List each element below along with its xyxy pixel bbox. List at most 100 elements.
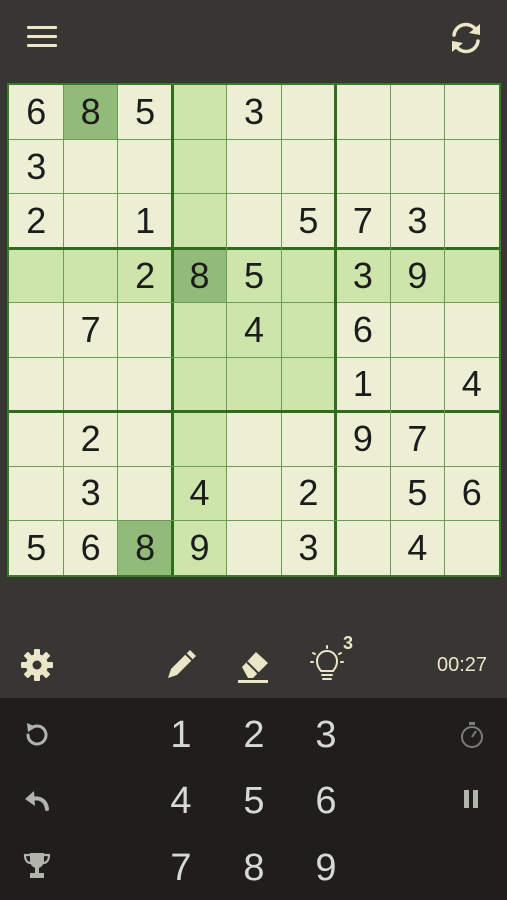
sudoku-cell[interactable] — [281, 139, 335, 193]
sudoku-cell[interactable] — [172, 302, 227, 358]
sudoku-cell[interactable]: 2 — [117, 248, 173, 303]
digit-key[interactable]: 4 — [151, 771, 211, 831]
sudoku-cell[interactable] — [172, 85, 227, 140]
sudoku-cell[interactable] — [63, 194, 117, 248]
sudoku-cell[interactable] — [390, 139, 444, 193]
sudoku-cell[interactable] — [118, 412, 172, 466]
sudoku-cell[interactable]: 6 — [445, 466, 499, 520]
sudoku-cell[interactable]: 6 — [9, 85, 63, 139]
digit-key[interactable]: 2 — [224, 705, 284, 765]
sudoku-cell[interactable]: 3 — [9, 139, 63, 193]
digit-key[interactable]: 1 — [151, 705, 211, 765]
sudoku-cell[interactable]: 4 — [390, 521, 444, 575]
sudoku-cell[interactable] — [227, 521, 281, 575]
refresh-icon[interactable] — [446, 20, 486, 56]
sudoku-cell[interactable] — [445, 303, 499, 357]
sudoku-cell[interactable] — [9, 248, 64, 303]
sudoku-cell[interactable] — [336, 139, 390, 193]
sudoku-cell[interactable] — [444, 248, 499, 303]
sudoku-cell[interactable] — [63, 357, 117, 411]
sudoku-cell[interactable] — [227, 139, 281, 193]
sudoku-cell[interactable]: 3 — [227, 85, 281, 139]
sudoku-cell[interactable] — [445, 85, 499, 139]
sudoku-cell[interactable]: 6 — [63, 521, 117, 575]
sudoku-cell[interactable]: 9 — [336, 412, 390, 466]
sudoku-cell[interactable] — [336, 85, 390, 139]
restart-icon[interactable] — [22, 720, 52, 755]
menu-icon[interactable] — [27, 24, 59, 50]
sudoku-cell[interactable]: 4 — [445, 357, 499, 411]
digit-key[interactable]: 9 — [296, 838, 356, 898]
digit-key[interactable]: 3 — [296, 705, 356, 765]
undo-icon[interactable] — [22, 786, 52, 821]
sudoku-cell[interactable] — [172, 139, 227, 194]
sudoku-cell[interactable] — [445, 412, 499, 466]
sudoku-cell[interactable] — [281, 248, 336, 303]
eraser-icon[interactable] — [236, 646, 272, 689]
sudoku-cell[interactable] — [390, 357, 444, 411]
sudoku-cell[interactable] — [172, 357, 227, 412]
sudoku-cell[interactable] — [9, 466, 63, 520]
trophy-icon[interactable] — [22, 850, 52, 887]
sudoku-cell[interactable] — [445, 194, 499, 248]
sudoku-cell[interactable] — [9, 303, 63, 357]
sudoku-cell[interactable] — [281, 412, 335, 466]
sudoku-cell[interactable]: 2 — [9, 194, 63, 248]
sudoku-cell[interactable] — [390, 85, 444, 139]
pause-icon[interactable] — [460, 788, 482, 815]
sudoku-cell[interactable] — [226, 357, 282, 412]
sudoku-cell[interactable] — [281, 85, 335, 139]
sudoku-cell[interactable] — [227, 466, 281, 520]
sudoku-cell[interactable]: 3 — [281, 521, 335, 575]
sudoku-cell[interactable]: 5 — [390, 466, 444, 520]
pencil-icon[interactable] — [164, 646, 200, 687]
sudoku-cell[interactable]: 8 — [117, 520, 173, 575]
sudoku-cell[interactable]: 5 — [281, 194, 335, 248]
stopwatch-icon[interactable] — [458, 720, 486, 755]
sudoku-cell[interactable] — [63, 248, 118, 303]
sudoku-cell[interactable]: 5 — [226, 248, 282, 303]
sudoku-cell[interactable] — [281, 357, 336, 412]
sudoku-cell[interactable] — [445, 521, 499, 575]
sudoku-cell[interactable] — [118, 466, 172, 520]
sudoku-cell[interactable] — [63, 139, 117, 193]
digit-key[interactable]: 5 — [224, 771, 284, 831]
sudoku-cell[interactable] — [390, 303, 444, 357]
sudoku-cell[interactable] — [281, 302, 336, 358]
sudoku-cell[interactable]: 7 — [390, 412, 444, 466]
sudoku-cell[interactable]: 3 — [63, 466, 117, 520]
sudoku-cell[interactable] — [445, 139, 499, 193]
sudoku-cell[interactable] — [172, 193, 227, 249]
digit-key[interactable]: 7 — [151, 838, 211, 898]
sudoku-cell[interactable]: 9 — [390, 248, 445, 303]
sudoku-cell[interactable] — [9, 412, 63, 466]
sudoku-cell[interactable]: 7 — [336, 194, 390, 248]
sudoku-cell[interactable]: 6 — [336, 303, 390, 357]
sudoku-cell[interactable]: 8 — [172, 248, 227, 303]
sudoku-cell[interactable]: 1 — [336, 357, 390, 411]
sudoku-cell[interactable]: 9 — [172, 520, 227, 575]
sudoku-cell[interactable]: 2 — [63, 412, 117, 466]
sudoku-cell[interactable]: 5 — [9, 521, 63, 575]
digit-key[interactable]: 6 — [296, 771, 356, 831]
sudoku-cell[interactable] — [118, 139, 172, 193]
sudoku-cell[interactable]: 5 — [118, 85, 172, 139]
digit-key[interactable]: 8 — [224, 838, 284, 898]
sudoku-cell[interactable]: 4 — [172, 466, 227, 521]
sudoku-cell[interactable]: 4 — [226, 302, 282, 358]
lightbulb-icon[interactable] — [310, 645, 344, 688]
sudoku-cell[interactable] — [336, 521, 390, 575]
sudoku-cell[interactable]: 7 — [63, 303, 117, 357]
sudoku-cell[interactable] — [9, 357, 63, 411]
sudoku-cell[interactable]: 8 — [63, 85, 118, 140]
gear-icon[interactable] — [20, 648, 54, 687]
sudoku-cell[interactable] — [227, 412, 281, 466]
sudoku-cell[interactable] — [172, 411, 227, 467]
sudoku-cell[interactable] — [336, 466, 390, 520]
sudoku-cell[interactable]: 2 — [281, 466, 335, 520]
sudoku-cell[interactable] — [118, 303, 172, 357]
sudoku-cell[interactable]: 3 — [390, 194, 444, 248]
sudoku-cell[interactable]: 3 — [335, 248, 391, 303]
sudoku-cell[interactable] — [227, 194, 281, 248]
sudoku-cell[interactable] — [118, 357, 172, 411]
